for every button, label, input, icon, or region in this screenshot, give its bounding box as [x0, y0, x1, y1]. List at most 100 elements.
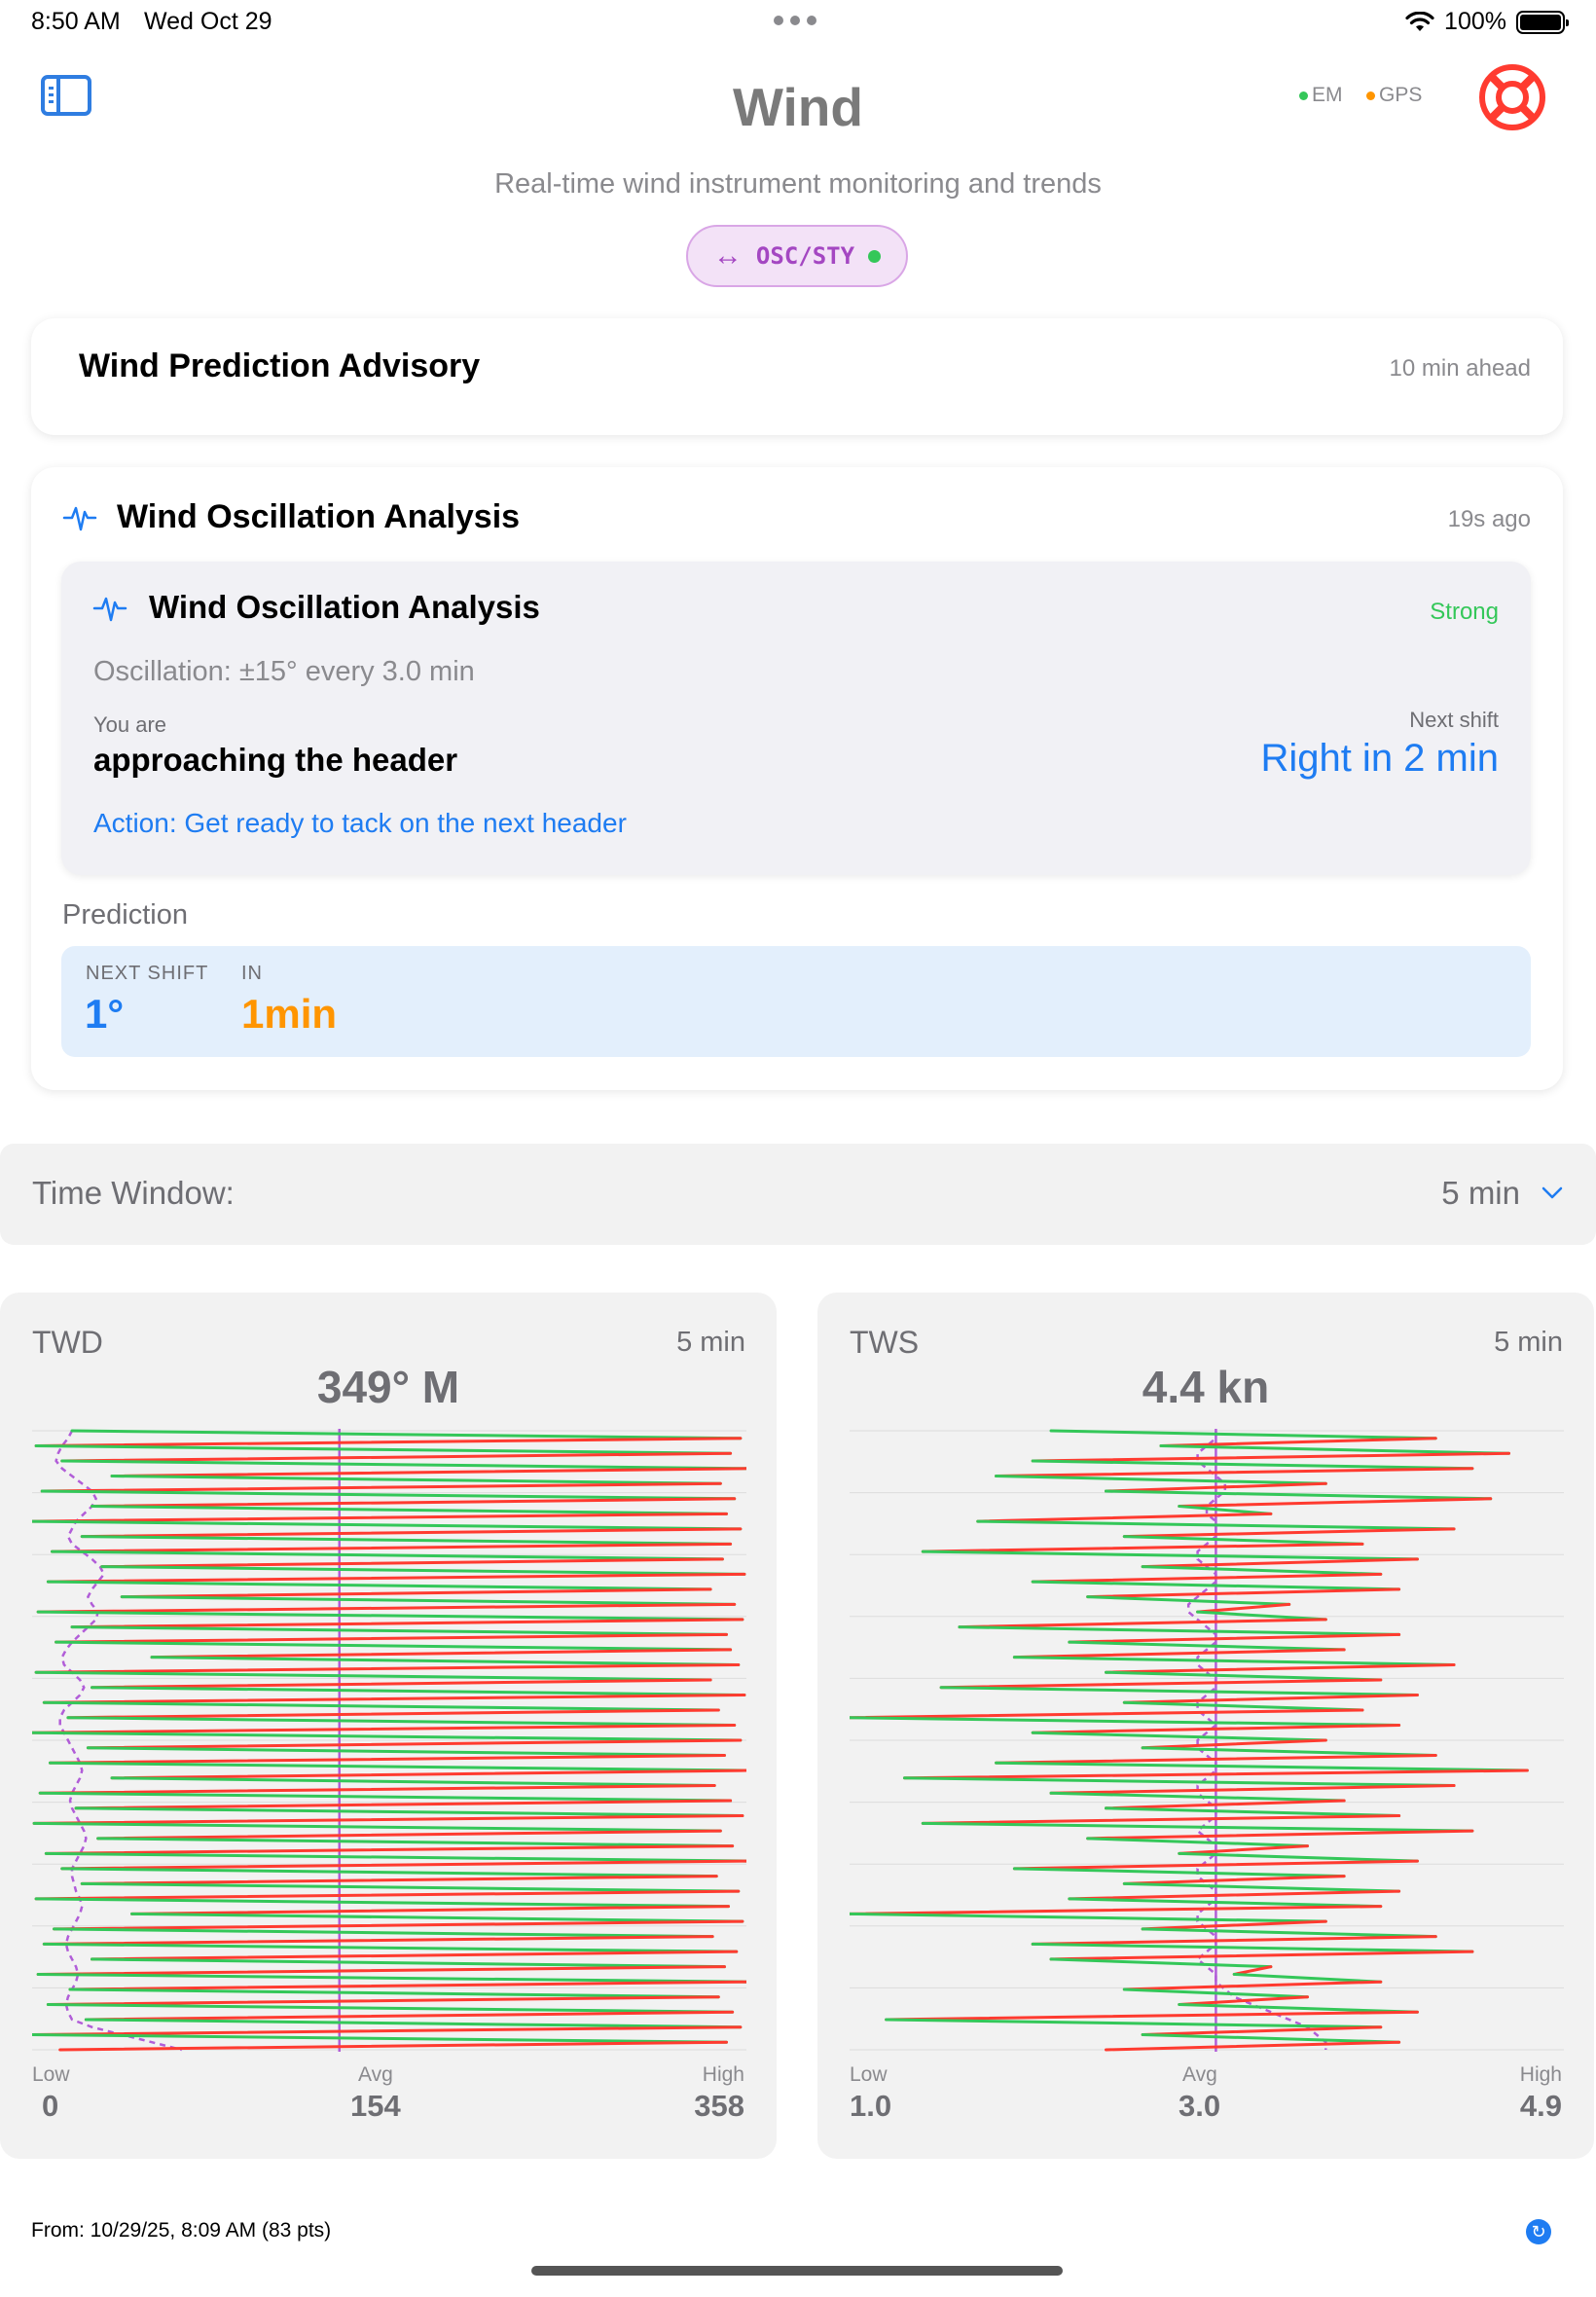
status-date: Wed Oct 29	[144, 8, 272, 35]
tws-data-segment	[921, 1821, 1474, 1833]
tws-data-segment	[1141, 1557, 1419, 1569]
tws-data-segment	[902, 1776, 1456, 1788]
action-link[interactable]: Action: Get ready to tack on the next he…	[93, 808, 627, 839]
prediction-next-shift-label: NEXT SHIFT	[86, 963, 209, 984]
twd-data-segment	[36, 1965, 726, 1976]
tws-data-segment	[1049, 1429, 1437, 1440]
twd-window: 5 min	[676, 1327, 745, 1358]
status-time: 8:50 AM	[31, 8, 121, 35]
tws-data-segment	[1141, 1919, 1327, 1931]
sensor-em-label: EM	[1312, 84, 1343, 106]
tws-low-label: Low	[850, 2063, 888, 2086]
twd-data-segment	[70, 1625, 728, 1636]
twd-data-segment	[48, 1761, 746, 1772]
tws-avg-label: Avg	[1182, 2063, 1217, 2086]
twd-data-segment	[46, 1995, 720, 2006]
tws-data-segment	[1068, 1897, 1383, 1909]
twd-data-segment	[130, 1912, 744, 1923]
twd-data-segment	[36, 1610, 744, 1622]
twd-data-segment	[42, 1693, 746, 1704]
twd-data-segment	[80, 1527, 743, 1539]
tws-data-segment	[1122, 1527, 1456, 1539]
time-window-value[interactable]: 5 min	[1441, 1175, 1520, 1212]
twd-high-label: High	[702, 2063, 744, 2086]
twd-data-segment	[110, 1467, 746, 1478]
tws-data-segment	[921, 1550, 1419, 1561]
tws-data-segment	[976, 1512, 1273, 1523]
twd-data-segment	[42, 1942, 739, 1953]
advisory-card[interactable]: Wind Prediction Advisory 10 min ahead	[31, 318, 1563, 435]
tws-data-segment	[1049, 1957, 1273, 1969]
twd-data-segment	[110, 1768, 746, 1780]
tws-chart	[850, 1429, 1564, 2052]
twd-data-segment	[80, 1535, 733, 1546]
tws-data-segment	[1141, 1927, 1437, 1939]
twd-data-segment	[34, 1889, 741, 1901]
twd-data-segment	[54, 1640, 733, 1652]
home-indicator[interactable]	[531, 2266, 1063, 2276]
tws-data-segment	[921, 1542, 1364, 1553]
twd-data-segment	[51, 1542, 733, 1553]
tws-data-segment	[995, 1475, 1327, 1485]
tws-data-segment	[1178, 1497, 1493, 1509]
twd-data-segment	[34, 1444, 733, 1455]
twd-data-segment	[91, 1678, 712, 1690]
tws-data-segment	[1031, 1942, 1474, 1953]
twd-data-segment	[91, 1686, 746, 1696]
tws-data-segment	[995, 1761, 1529, 1772]
strength-badge: Strong	[1430, 599, 1499, 625]
position-label: You are	[93, 712, 167, 737]
sensor-em-indicator: EM	[1299, 84, 1343, 107]
twd-data-segment	[120, 1587, 712, 1599]
waveform-icon	[62, 506, 97, 531]
tws-data-segment	[1159, 1437, 1437, 1448]
tws-data-segment	[1012, 1867, 1346, 1878]
tws-data-segment	[1049, 1950, 1474, 1961]
lifebuoy-icon[interactable]	[1477, 62, 1547, 132]
tws-panel[interactable]: TWS 5 min 4.4 kn Low 1.0 Avg 3.0 High 4.…	[817, 1293, 1594, 2159]
tws-data-segment	[1049, 1784, 1456, 1795]
advisory-title: Wind Prediction Advisory	[79, 347, 481, 384]
chevron-down-icon[interactable]	[1542, 1186, 1563, 1200]
sensor-gps-indicator: GPS	[1366, 84, 1422, 107]
tws-data-segment	[1159, 1444, 1511, 1455]
twd-data-segment	[120, 1595, 737, 1606]
tws-data-segment	[1068, 1889, 1401, 1901]
tws-data-segment	[1031, 1451, 1511, 1463]
tws-data-segment	[921, 1814, 1401, 1825]
tws-data-segment	[1141, 1565, 1383, 1576]
twd-data-segment	[32, 1512, 728, 1523]
twd-data-segment	[46, 2002, 735, 2014]
twd-data-segment	[36, 1972, 746, 1984]
twd-data-segment	[84, 2018, 743, 2029]
tws-data-segment	[939, 1686, 1419, 1696]
twd-data-segment	[70, 1618, 744, 1629]
twd-data-segment	[44, 1851, 746, 1863]
tws-data-segment	[1031, 1935, 1437, 1946]
twd-data-segment	[91, 1497, 737, 1509]
mode-label: OSC/STY	[755, 242, 855, 270]
refresh-icon[interactable]: ↻	[1526, 2219, 1551, 2244]
tws-data-segment	[850, 1912, 1327, 1923]
tws-data-segment	[1086, 1829, 1474, 1841]
tws-data-segment	[1031, 1459, 1474, 1471]
waveform-icon	[92, 597, 127, 622]
oscillation-summary: Oscillation: ±15° every 3.0 min	[93, 656, 475, 687]
twd-data-segment	[51, 1550, 724, 1561]
twd-data-segment	[48, 1754, 726, 1765]
tws-data-segment	[1178, 1995, 1310, 2006]
mode-toggle-button[interactable]: ↔ OSC/STY	[686, 225, 908, 287]
data-source-text: From: 10/29/25, 8:09 AM (83 pts)	[31, 2219, 332, 2242]
twd-data-segment	[32, 1821, 722, 1833]
tws-avg-value: 3.0	[1179, 2089, 1221, 2123]
twd-data-segment	[60, 1459, 746, 1471]
position-value: approaching the header	[93, 742, 458, 778]
twd-panel[interactable]: TWD 5 min 349° M Low 0 Avg 154 High 358	[0, 1293, 777, 2159]
multitasking-dots-icon[interactable]	[774, 16, 816, 25]
twd-data-segment	[46, 1580, 712, 1591]
tws-data-segment	[1122, 1693, 1419, 1704]
tws-data-segment	[1068, 1632, 1401, 1644]
oscillation-title: Wind Oscillation Analysis	[117, 498, 521, 535]
time-window-selector[interactable]: Time Window: 5 min	[0, 1144, 1596, 1245]
twd-avg-label: Avg	[358, 2063, 393, 2086]
